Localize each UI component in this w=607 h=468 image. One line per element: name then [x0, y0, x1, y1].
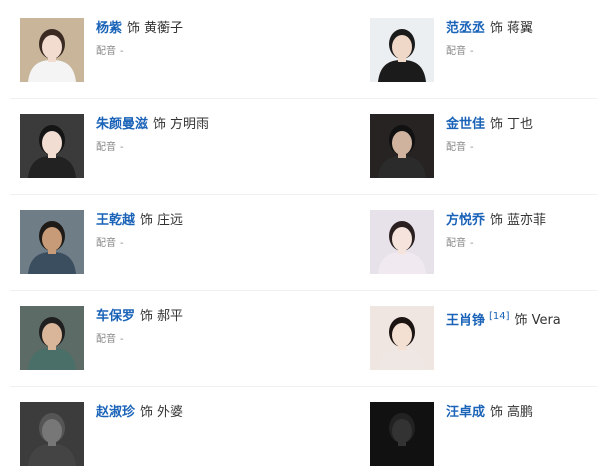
row-divider — [10, 98, 597, 99]
dubbing-line: 配音 - — [96, 234, 124, 249]
actor-photo[interactable] — [20, 18, 84, 82]
actor-name-link[interactable]: 车保罗 — [96, 309, 135, 324]
actor-name-link[interactable]: 范丞丞 — [446, 21, 485, 36]
dubbing-label: 配音 — [446, 238, 466, 249]
actor-photo[interactable] — [370, 18, 434, 82]
plays-as-label: 饰 — [514, 313, 528, 329]
role-name: 丁也 — [507, 117, 534, 132]
actor-name-link[interactable]: 朱颜曼滋 — [96, 117, 148, 132]
plays-as-label: 饰 — [127, 21, 141, 36]
actor-name-link[interactable]: 金世佳 — [446, 117, 485, 132]
plays-as-label: 饰 — [490, 21, 504, 36]
plays-as-label: 饰 — [490, 117, 504, 132]
actor-role-line: 金世佳饰丁也 — [446, 116, 533, 134]
plays-as-label: 饰 — [490, 405, 504, 420]
actor-role-line: 杨紫饰黄蘅子 — [96, 20, 183, 38]
dubbing-label: 配音 — [446, 142, 466, 153]
actor-role-line: 朱颜曼滋饰方明雨 — [96, 116, 209, 134]
row-divider — [10, 194, 597, 195]
dubbing-line: 配音 - — [96, 42, 124, 57]
dubbing-value: - — [120, 334, 124, 345]
cast-card: 赵淑珍饰外婆 — [20, 402, 300, 468]
row-divider — [10, 386, 597, 387]
cast-card: 金世佳饰丁也 配音 - — [370, 114, 607, 180]
actor-photo[interactable] — [20, 306, 84, 370]
actor-name-link[interactable]: 汪卓成 — [446, 405, 485, 420]
actor-name-link[interactable]: 赵淑珍 — [96, 405, 135, 420]
actor-role-line: 汪卓成饰高鹏 — [446, 404, 533, 422]
actor-name-link[interactable]: 杨紫 — [96, 21, 122, 36]
plays-as-label: 饰 — [153, 117, 167, 132]
dubbing-value: - — [470, 238, 474, 249]
actor-photo[interactable] — [370, 402, 434, 466]
dubbing-value: - — [120, 46, 124, 57]
dubbing-line: 配音 - — [446, 138, 474, 153]
cast-card: 汪卓成饰高鹏 — [370, 402, 607, 468]
dubbing-label: 配音 — [96, 238, 116, 249]
dubbing-label: 配音 — [446, 46, 466, 57]
actor-role-line: 方悦乔饰蓝亦菲 — [446, 212, 546, 230]
role-name: 蓝亦菲 — [507, 213, 547, 228]
actor-photo[interactable] — [370, 306, 434, 370]
dubbing-label: 配音 — [96, 142, 116, 153]
plays-as-label: 饰 — [140, 309, 154, 324]
role-name: 黄蘅子 — [144, 21, 184, 36]
actor-photo[interactable] — [20, 210, 84, 274]
reference-link[interactable]: [14] — [489, 311, 510, 322]
dubbing-label: 配音 — [96, 334, 116, 345]
cast-card: 方悦乔饰蓝亦菲 配音 - — [370, 210, 607, 276]
actor-photo[interactable] — [20, 402, 84, 466]
actor-name-link[interactable]: 方悦乔 — [446, 213, 485, 228]
cast-card: 王肖铮 [14] 饰 Vera — [370, 306, 607, 372]
cast-card: 车保罗饰郝平 配音 - — [20, 306, 300, 372]
role-name: 郝平 — [157, 309, 184, 324]
actor-role-line: 范丞丞饰蒋翼 — [446, 20, 533, 38]
dubbing-value: - — [120, 142, 124, 153]
actor-role-line: 王乾越饰庄远 — [96, 212, 183, 230]
plays-as-label: 饰 — [140, 213, 154, 228]
cast-card: 朱颜曼滋饰方明雨 配音 - — [20, 114, 300, 180]
actor-photo[interactable] — [20, 114, 84, 178]
dubbing-line: 配音 - — [96, 138, 124, 153]
dubbing-value: - — [470, 142, 474, 153]
plays-as-label: 饰 — [140, 405, 154, 420]
cast-card: 王乾越饰庄远 配音 - — [20, 210, 300, 276]
actor-role-line: 王肖铮 [14] 饰 Vera — [446, 308, 561, 330]
dubbing-label: 配音 — [96, 46, 116, 57]
actor-name-link[interactable]: 王肖铮 — [446, 313, 485, 328]
actor-role-line: 车保罗饰郝平 — [96, 308, 183, 326]
role-name: 高鹏 — [507, 405, 534, 420]
plays-as-label: 饰 — [490, 213, 504, 228]
role-name: 外婆 — [157, 405, 184, 420]
cast-card: 范丞丞饰蒋翼 配音 - — [370, 18, 607, 84]
dubbing-line: 配音 - — [446, 234, 474, 249]
dubbing-line: 配音 - — [96, 330, 124, 345]
role-name: 庄远 — [157, 213, 184, 228]
actor-photo[interactable] — [370, 114, 434, 178]
row-divider — [10, 290, 597, 291]
dubbing-value: - — [470, 46, 474, 57]
dubbing-value: - — [120, 238, 124, 249]
actor-role-line: 赵淑珍饰外婆 — [96, 404, 183, 422]
role-name: 方明雨 — [170, 117, 210, 132]
actor-photo[interactable] — [370, 210, 434, 274]
actor-name-link[interactable]: 王乾越 — [96, 213, 135, 228]
cast-card: 杨紫饰黄蘅子 配音 - — [20, 18, 300, 84]
role-name: Vera — [531, 313, 561, 329]
role-name: 蒋翼 — [507, 21, 534, 36]
dubbing-line: 配音 - — [446, 42, 474, 57]
